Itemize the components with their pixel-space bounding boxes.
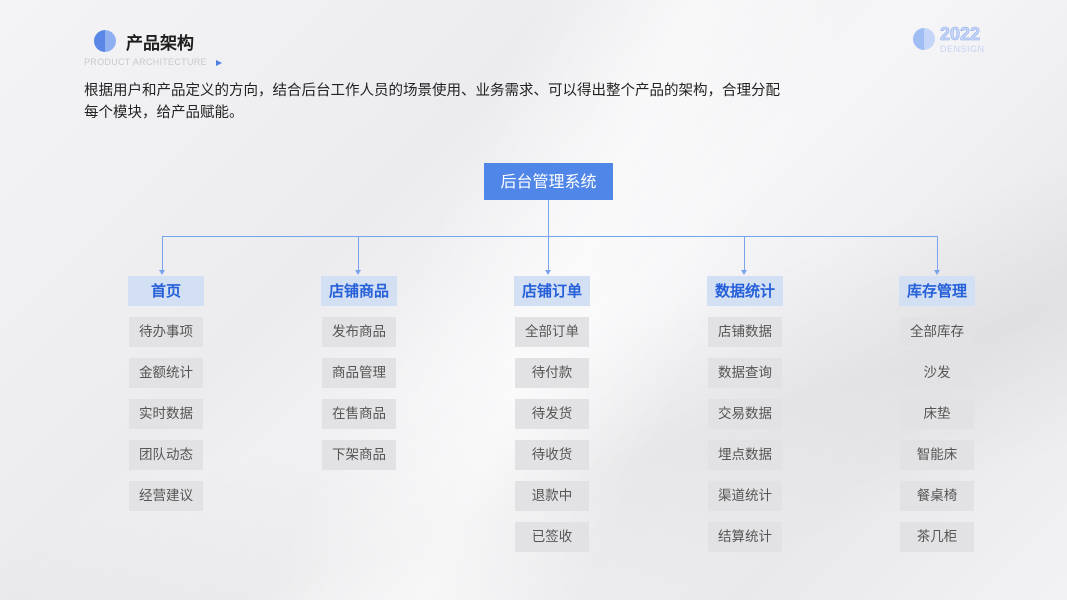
module-header: 店铺订单 <box>514 276 590 306</box>
module-header: 首页 <box>128 276 204 306</box>
title-circle-icon <box>94 30 116 52</box>
module-item: 待收货 <box>515 440 589 470</box>
module-column-shop-orders: 店铺订单 全部订单 待付款 待发货 待收货 退款中 已签收 <box>514 276 590 552</box>
module-item: 实时数据 <box>129 399 203 429</box>
connector-col-4 <box>937 236 938 271</box>
connector-col-0 <box>162 236 163 271</box>
module-item: 店铺数据 <box>708 317 782 347</box>
page-title: 产品架构 <box>126 34 194 54</box>
module-item: 团队动态 <box>129 440 203 470</box>
intro-line-1: 根据用户和产品定义的方向，结合后台工作人员的场景使用、业务需求、可以得出整个产品… <box>84 83 780 99</box>
module-item: 交易数据 <box>708 399 782 429</box>
module-item: 餐桌椅 <box>900 481 974 511</box>
module-item: 待发货 <box>515 399 589 429</box>
module-item: 已签收 <box>515 522 589 552</box>
module-header: 店铺商品 <box>321 276 397 306</box>
module-item: 床垫 <box>900 399 974 429</box>
module-item: 待办事项 <box>129 317 203 347</box>
module-column-shop-products: 店铺商品 发布商品 商品管理 在售商品 下架商品 <box>321 276 397 470</box>
module-column-home: 首页 待办事项 金额统计 实时数据 团队动态 经营建议 <box>128 276 204 511</box>
module-item: 全部订单 <box>515 317 589 347</box>
connector-col-1 <box>358 236 359 271</box>
module-item: 退款中 <box>515 481 589 511</box>
arrow-down-icon <box>741 270 747 275</box>
module-header: 库存管理 <box>899 276 975 306</box>
page-subtitle: PRODUCT ARCHITECTURE <box>84 57 207 67</box>
module-item: 待付款 <box>515 358 589 388</box>
logo-circle-icon <box>913 28 935 50</box>
module-item: 渠道统计 <box>708 481 782 511</box>
intro-line-2: 每个模块，给产品赋能。 <box>84 105 244 121</box>
module-item: 埋点数据 <box>708 440 782 470</box>
arrow-down-icon <box>159 270 165 275</box>
module-column-data-stats: 数据统计 店铺数据 数据查询 交易数据 埋点数据 渠道统计 结算统计 <box>707 276 783 552</box>
module-item: 数据查询 <box>708 358 782 388</box>
intro-paragraph: 根据用户和产品定义的方向，结合后台工作人员的场景使用、业务需求、可以得出整个产品… <box>84 80 844 124</box>
connector-bus <box>162 236 938 237</box>
module-item: 金额统计 <box>129 358 203 388</box>
arrow-down-icon <box>545 270 551 275</box>
module-item: 经营建议 <box>129 481 203 511</box>
module-item: 全部库存 <box>900 317 974 347</box>
module-header: 数据统计 <box>707 276 783 306</box>
module-item: 在售商品 <box>322 399 396 429</box>
module-item: 下架商品 <box>322 440 396 470</box>
module-column-inventory: 库存管理 全部库存 沙发 床垫 智能床 餐桌椅 茶几柜 <box>899 276 975 552</box>
logo-year: 2022 <box>940 24 981 45</box>
connector-root <box>548 200 549 236</box>
arrow-icon <box>216 60 222 66</box>
module-item: 智能床 <box>900 440 974 470</box>
logo-word: DENSIGN <box>940 44 985 54</box>
connector-col-3 <box>744 236 745 271</box>
connector-col-2 <box>548 236 549 271</box>
module-item: 发布商品 <box>322 317 396 347</box>
arrow-down-icon <box>355 270 361 275</box>
arrow-down-icon <box>934 270 940 275</box>
module-item: 茶几柜 <box>900 522 974 552</box>
module-item: 结算统计 <box>708 522 782 552</box>
module-item: 沙发 <box>900 358 974 388</box>
module-item: 商品管理 <box>322 358 396 388</box>
root-node: 后台管理系统 <box>484 163 613 200</box>
